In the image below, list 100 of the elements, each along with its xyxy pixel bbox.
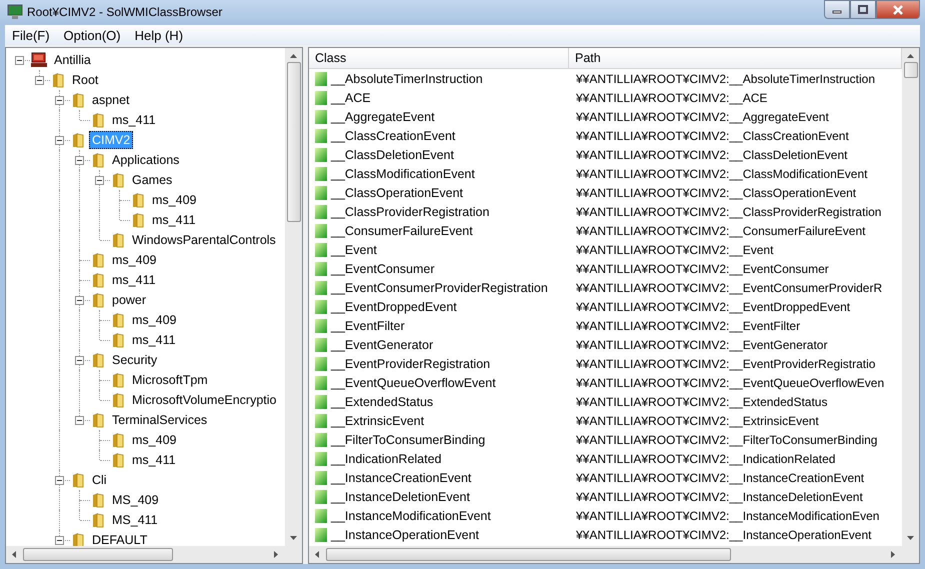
folder-icon: [110, 232, 126, 248]
class-name[interactable]: __EventProviderRegistration: [331, 356, 490, 370]
scroll-thumb[interactable]: [904, 62, 918, 78]
tree-item[interactable]: MS_409: [109, 491, 162, 509]
horizontal-scrollbar[interactable]: [6, 546, 302, 563]
scroll-left-icon[interactable]: [12, 551, 16, 558]
tree-item[interactable]: ms_411: [129, 331, 179, 349]
tree-item[interactable]: power: [109, 291, 150, 309]
class-name[interactable]: __ExtrinsicEvent: [331, 414, 424, 428]
minimize-button[interactable]: [824, 0, 850, 19]
folder-icon: [90, 292, 106, 308]
class-path: ¥¥ANTILLIA¥ROOT¥CIMV2:__InstanceOperationEvent: [575, 528, 872, 542]
tree-item[interactable]: aspnet: [89, 91, 133, 109]
class-name[interactable]: __InstanceDeletionEvent: [331, 490, 470, 504]
tree-item[interactable]: ms_411: [109, 111, 159, 129]
folder-icon: [130, 212, 146, 228]
collapse-toggle[interactable]: [75, 296, 84, 305]
vertical-scrollbar[interactable]: [902, 48, 919, 546]
class-name[interactable]: __EventConsumerProviderRegistration: [331, 280, 548, 294]
tree-item[interactable]: Cli: [89, 471, 110, 489]
class-name[interactable]: __ClassModificationEvent: [331, 166, 475, 180]
scroll-thumb[interactable]: [286, 62, 300, 222]
tree-item[interactable]: Applications: [109, 151, 182, 169]
tree-item[interactable]: Games: [129, 171, 176, 189]
scroll-right-icon[interactable]: [274, 551, 278, 558]
class-name[interactable]: __EventGenerator: [331, 338, 434, 352]
window-title: Root¥CIMV2 - SolWMIClassBrowser: [27, 5, 224, 19]
tree-item[interactable]: WindowsParentalControls: [129, 231, 279, 249]
class-name[interactable]: __Event: [331, 242, 377, 256]
collapse-toggle[interactable]: [55, 136, 64, 145]
class-name[interactable]: __InstanceModificationEvent: [331, 508, 491, 522]
class-name[interactable]: __ClassOperationEvent: [331, 186, 464, 200]
class-path: ¥¥ANTILLIA¥ROOT¥CIMV2:__InstanceModificationEven: [575, 508, 880, 522]
tree-item[interactable]: MicrosoftTpm: [129, 371, 211, 389]
class-path: ¥¥ANTILLIA¥ROOT¥CIMV2:__AggregateEvent: [575, 110, 830, 124]
scroll-thumb[interactable]: [23, 548, 173, 561]
class-name[interactable]: __ACE: [331, 90, 371, 104]
folder-icon: [70, 92, 86, 108]
collapse-toggle[interactable]: [35, 76, 44, 85]
menu-item[interactable]: Help (H): [128, 28, 190, 42]
scroll-left-icon[interactable]: [315, 551, 319, 558]
class-icon: [314, 470, 328, 486]
collapse-toggle[interactable]: [55, 96, 64, 105]
class-name[interactable]: __AbsoluteTimerInstruction: [331, 72, 483, 86]
menu-item[interactable]: File(F): [5, 28, 57, 42]
class-icon: [314, 336, 328, 352]
class-name[interactable]: __AggregateEvent: [331, 110, 435, 124]
column-header[interactable]: Class: [309, 48, 569, 68]
class-name[interactable]: __IndicationRelated: [331, 452, 442, 466]
class-name[interactable]: __FilterToConsumerBinding: [331, 432, 486, 446]
collapse-toggle[interactable]: [95, 176, 104, 185]
class-name[interactable]: __EventConsumer: [331, 262, 435, 276]
class-name[interactable]: __EventDroppedEvent: [331, 300, 457, 314]
tree-item[interactable]: ms_411: [109, 271, 159, 289]
scroll-up-icon[interactable]: [290, 54, 297, 58]
tree-item[interactable]: MicrosoftVolumeEncryptio: [129, 391, 280, 409]
collapse-toggle[interactable]: [55, 476, 64, 485]
tree-item[interactable]: ms_411: [149, 211, 199, 229]
class-name[interactable]: __ClassCreationEvent: [331, 128, 456, 142]
folder-icon: [50, 72, 66, 88]
tree-item[interactable]: MS_411: [109, 511, 161, 529]
scroll-right-icon[interactable]: [891, 551, 895, 558]
scroll-up-icon[interactable]: [907, 54, 914, 58]
class-name[interactable]: __EventQueueOverflowEvent: [331, 376, 496, 390]
tree-item[interactable]: ms_409: [129, 431, 180, 449]
horizontal-scrollbar[interactable]: [309, 546, 919, 563]
tree-item[interactable]: ms_409: [129, 311, 180, 329]
maximize-button[interactable]: [850, 0, 876, 19]
tree-item[interactable]: DEFAULT: [89, 531, 150, 546]
collapse-toggle[interactable]: [55, 536, 64, 545]
class-path: ¥¥ANTILLIA¥ROOT¥CIMV2:__EventQueueOverflowEven: [575, 376, 886, 390]
scroll-down-icon[interactable]: [290, 536, 297, 540]
scroll-down-icon[interactable]: [907, 536, 914, 540]
tree-item[interactable]: ms_411: [129, 451, 179, 469]
class-name[interactable]: __EventFilter: [331, 318, 405, 332]
vertical-scrollbar[interactable]: [285, 48, 302, 546]
class-name[interactable]: __ExtendedStatus: [331, 394, 434, 408]
class-path: ¥¥ANTILLIA¥ROOT¥CIMV2:__ClassCreationEvent: [575, 128, 850, 142]
close-button[interactable]: [876, 0, 920, 19]
class-name[interactable]: __ClassProviderRegistration: [331, 204, 490, 218]
class-icon: [314, 166, 328, 182]
class-name[interactable]: __InstanceCreationEvent: [331, 470, 472, 484]
tree-item[interactable]: Antillia: [51, 51, 94, 69]
class-path: ¥¥ANTILLIA¥ROOT¥CIMV2:__EventConsumer: [575, 262, 830, 276]
tree-item[interactable]: Security: [109, 351, 160, 369]
tree-item[interactable]: TerminalServices: [109, 411, 210, 429]
collapse-toggle[interactable]: [75, 156, 84, 165]
collapse-toggle[interactable]: [75, 356, 84, 365]
tree-item[interactable]: ms_409: [109, 251, 160, 269]
menu-item[interactable]: Option(O): [56, 28, 128, 42]
tree-item[interactable]: ms_409: [149, 191, 200, 209]
class-name[interactable]: __ConsumerFailureEvent: [331, 224, 473, 238]
tree-item[interactable]: Root: [69, 71, 102, 89]
collapse-toggle[interactable]: [75, 416, 84, 425]
class-name[interactable]: __InstanceOperationEvent: [331, 528, 480, 542]
folder-icon: [110, 452, 126, 468]
collapse-toggle[interactable]: [15, 56, 24, 65]
class-name[interactable]: __ClassDeletionEvent: [331, 148, 454, 162]
scroll-thumb[interactable]: [326, 548, 731, 561]
class-path: ¥¥ANTILLIA¥ROOT¥CIMV2:__EventGenerator: [575, 338, 828, 352]
